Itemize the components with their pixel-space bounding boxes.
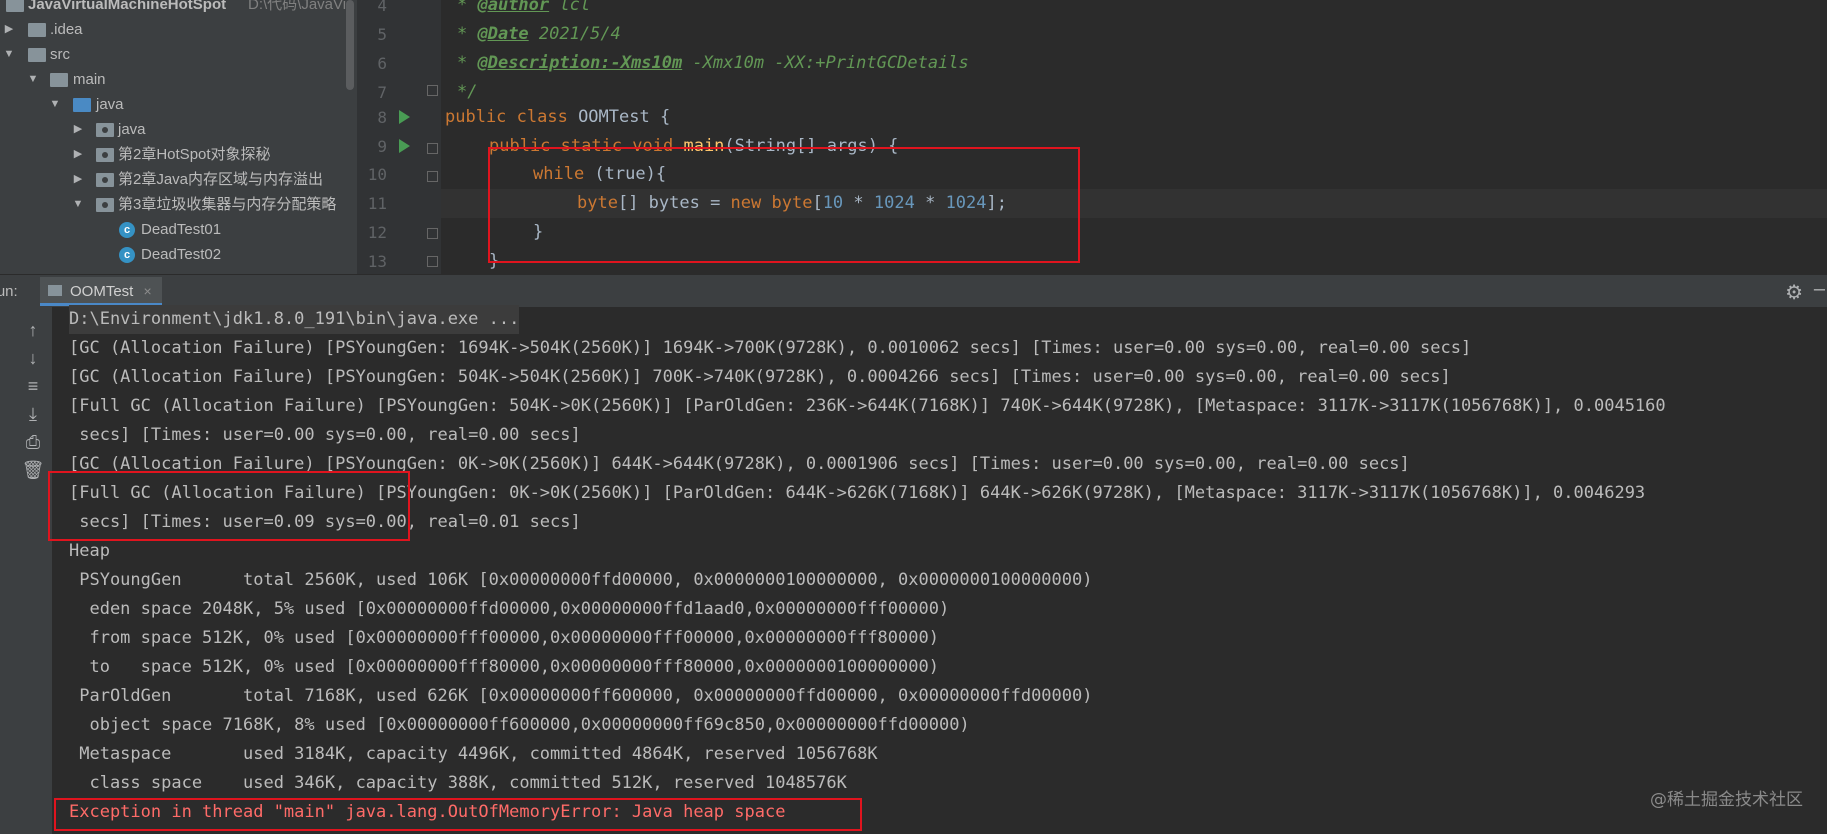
scroll-to-end-icon[interactable]: ⤓ (20, 401, 46, 427)
minimize-icon[interactable]: – (1814, 278, 1825, 301)
run-label: Run: (0, 283, 18, 300)
package-icon (96, 198, 114, 212)
run-main-icon[interactable] (399, 110, 410, 124)
console-line: Heap (69, 541, 110, 561)
run-toolwindow-header: Run: OOMTest × ⚙ – (0, 274, 1827, 309)
tree-item-label: 第2章Java内存区域与内存溢出 (118, 171, 324, 188)
folder-icon (50, 73, 68, 87)
code-line-8: public class OOMTest { (445, 107, 671, 127)
collapse-arrow-icon[interactable]: ▼ (48, 92, 62, 117)
soft-wrap-icon[interactable]: ≡ (20, 373, 46, 399)
line-number: 6 (377, 54, 387, 73)
line-number: 13 (367, 252, 387, 271)
scroll-down-icon[interactable]: ↓ (20, 345, 46, 371)
tree-item-label: 第2章HotSpot对象探秘 (118, 146, 271, 163)
print-icon[interactable]: ⎙ (20, 429, 46, 455)
line-number: 11 (367, 194, 387, 213)
line-number: 9 (377, 137, 387, 156)
tree-item-label: JavaVirtualMachineHotSpot (28, 0, 227, 13)
package-icon (96, 173, 114, 187)
fold-marker-icon[interactable] (427, 143, 438, 154)
tree-item-label: 第3章垃圾收集器与内存分配策略 (118, 196, 337, 213)
console-line: object space 7168K, 8% used [0x00000000f… (69, 715, 970, 735)
code-line-4: * @author lcl (457, 0, 591, 15)
scroll-up-icon[interactable]: ↑ (20, 317, 46, 343)
highlight-box-full-gc (48, 471, 410, 541)
collapse-arrow-icon[interactable]: ▼ (71, 192, 85, 217)
console-line: from space 512K, 0% used [0x00000000fff0… (69, 628, 939, 648)
source-folder-icon (73, 98, 91, 112)
module-icon (6, 0, 24, 12)
package-icon (96, 148, 114, 162)
line-number: 10 (367, 165, 387, 184)
java-class-icon: c (119, 222, 135, 238)
tree-item-label: .idea (50, 21, 83, 38)
run-tab-label: OOMTest (70, 283, 134, 300)
trash-icon[interactable]: 🗑 (20, 457, 46, 483)
project-tree-panel: JavaVirtualMachineHotSpot D:\代码\JavaVir … (0, 0, 357, 274)
watermark: @稀土掘金技术社区 (1650, 790, 1803, 810)
tree-item-label: java (118, 121, 146, 138)
highlight-box-loop (488, 147, 1080, 263)
folder-icon (28, 48, 46, 62)
expand-arrow-icon[interactable]: ▶ (71, 117, 85, 142)
run-tab-oomtest[interactable]: OOMTest × (40, 277, 162, 306)
console-line: eden space 2048K, 5% used [0x00000000ffd… (69, 599, 950, 619)
console-line: [GC (Allocation Failure) [PSYoungGen: 50… (69, 367, 1451, 387)
console-line: ParOldGen total 7168K, used 626K [0x0000… (69, 686, 1093, 706)
line-number: 8 (377, 108, 387, 127)
collapse-arrow-icon[interactable]: ▼ (26, 67, 40, 92)
line-number: 4 (377, 0, 387, 15)
run-config-icon (48, 285, 62, 296)
gear-icon[interactable]: ⚙ (1785, 280, 1803, 305)
collapse-arrow-icon[interactable]: ▼ (2, 42, 16, 67)
tree-item-label: DeadTest02 (141, 246, 222, 263)
fold-marker-icon[interactable] (427, 256, 438, 267)
close-icon[interactable]: × (144, 283, 152, 299)
run-main-icon[interactable] (399, 139, 410, 153)
expand-arrow-icon[interactable]: ▶ (71, 167, 85, 192)
console-line: to space 512K, 0% used [0x00000000fff800… (69, 657, 939, 677)
console-line: [GC (Allocation Failure) [PSYoungGen: 16… (69, 338, 1472, 358)
tree-item-label: java (96, 96, 124, 113)
tree-item-path: D:\代码\JavaVir (248, 0, 352, 13)
console-line: secs] [Times: user=0.00 sys=0.00, real=0… (69, 425, 581, 445)
code-line-6: * @Description:-Xms10m -Xmx10m -XX:+Prin… (457, 53, 969, 73)
console-line: [Full GC (Allocation Failure) [PSYoungGe… (69, 396, 1666, 416)
expand-arrow-icon[interactable]: ▶ (2, 17, 16, 42)
fold-marker-icon[interactable] (427, 85, 438, 96)
console-output[interactable]: D:\Environment\jdk1.8.0_191\bin\java.exe… (48, 305, 1827, 834)
console-line: D:\Environment\jdk1.8.0_191\bin\java.exe… (69, 305, 520, 334)
java-class-icon: c (119, 247, 135, 263)
code-line-5: * @Date 2021/5/4 (457, 24, 621, 44)
fold-marker-icon[interactable] (427, 228, 438, 239)
console-toolbar: ↑ ↓ ≡ ⤓ ⎙ 🗑 (0, 307, 52, 834)
line-number: 5 (377, 25, 387, 44)
tree-item-label: DeadTest01 (141, 221, 222, 238)
folder-icon (28, 23, 46, 37)
console-line: PSYoungGen total 2560K, used 106K [0x000… (69, 570, 1093, 590)
expand-arrow-icon[interactable]: ▶ (71, 142, 85, 167)
line-number: 12 (367, 223, 387, 242)
console-line: class space used 346K, capacity 388K, co… (69, 773, 847, 793)
highlight-box-oom-error (54, 798, 862, 831)
console-line: Metaspace used 3184K, capacity 4496K, co… (69, 744, 878, 764)
tree-item-label: src (50, 46, 70, 63)
package-icon (96, 123, 114, 137)
code-editor[interactable]: 4 5 6 7 8 9 10 11 12 13 * @author lcl * … (357, 0, 1827, 274)
fold-marker-icon[interactable] (427, 171, 438, 182)
tree-item-label: main (73, 71, 106, 88)
tree-scrollbar[interactable] (346, 0, 354, 90)
